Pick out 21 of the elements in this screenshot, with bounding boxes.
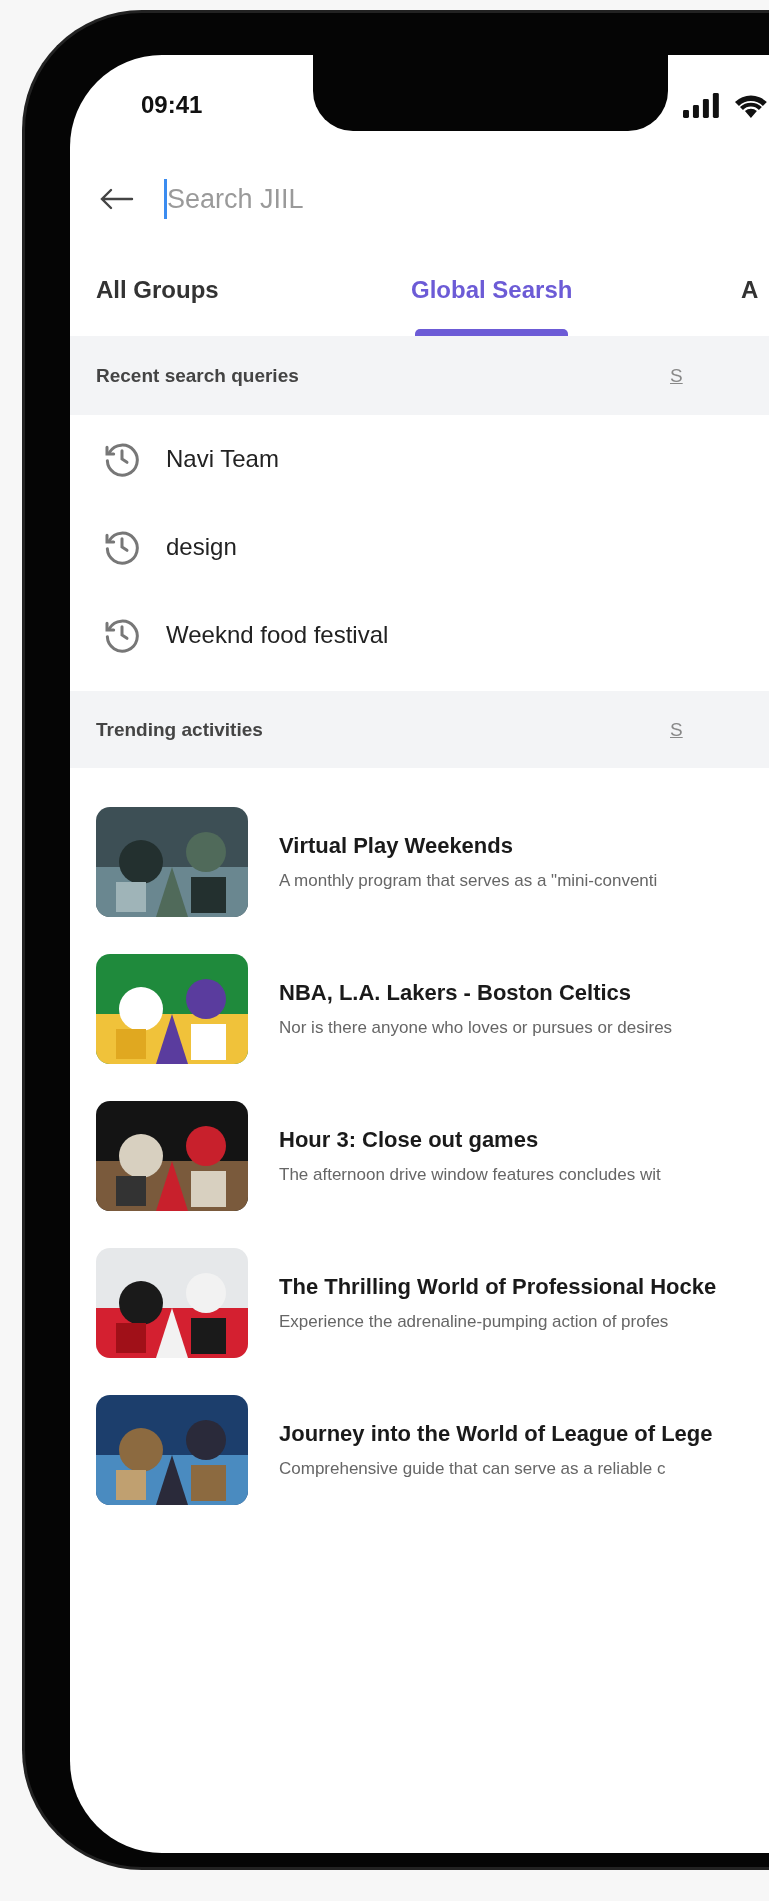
tab[interactable]: All Groups (96, 243, 219, 336)
recent-query[interactable]: Weeknd food festival (166, 621, 389, 649)
activity-description: A monthly program that serves as a "mini-conventi (279, 871, 658, 891)
activity-description: Comprehensive guide that can serve as a reliable c (279, 1459, 667, 1479)
section-title: Recent search queries (96, 364, 300, 387)
search-field[interactable]: Search JIIL (164, 179, 467, 219)
status-time: 09:41 (141, 91, 204, 119)
activity-title[interactable]: NBA, L.A. Lakers - Boston Celtics (279, 980, 673, 1006)
activity-title[interactable]: Hour 3: Close out games (279, 1127, 661, 1153)
recent-query[interactable]: design (166, 533, 237, 561)
activity-title[interactable]: Journey into the World of League of Lege (279, 1421, 713, 1447)
section-title: Trending activities (96, 718, 264, 741)
tab[interactable]: Global Searsh (411, 243, 573, 336)
recent-query[interactable]: Navi Team (166, 445, 279, 473)
tab[interactable]: A (741, 243, 759, 336)
activity-title[interactable]: Virtual Play Weekends (279, 833, 658, 859)
activity-description: The afternoon drive window features concludes wit (279, 1165, 661, 1185)
activity-title[interactable]: The Thrilling World of Professional Hocke (279, 1274, 717, 1300)
activity-description: Experience the adrenaline-pumping action of profes (279, 1312, 670, 1332)
back-arrow-icon[interactable] (100, 188, 134, 210)
activity-description: Nor is there anyone who loves or pursues or desires (279, 1018, 673, 1038)
